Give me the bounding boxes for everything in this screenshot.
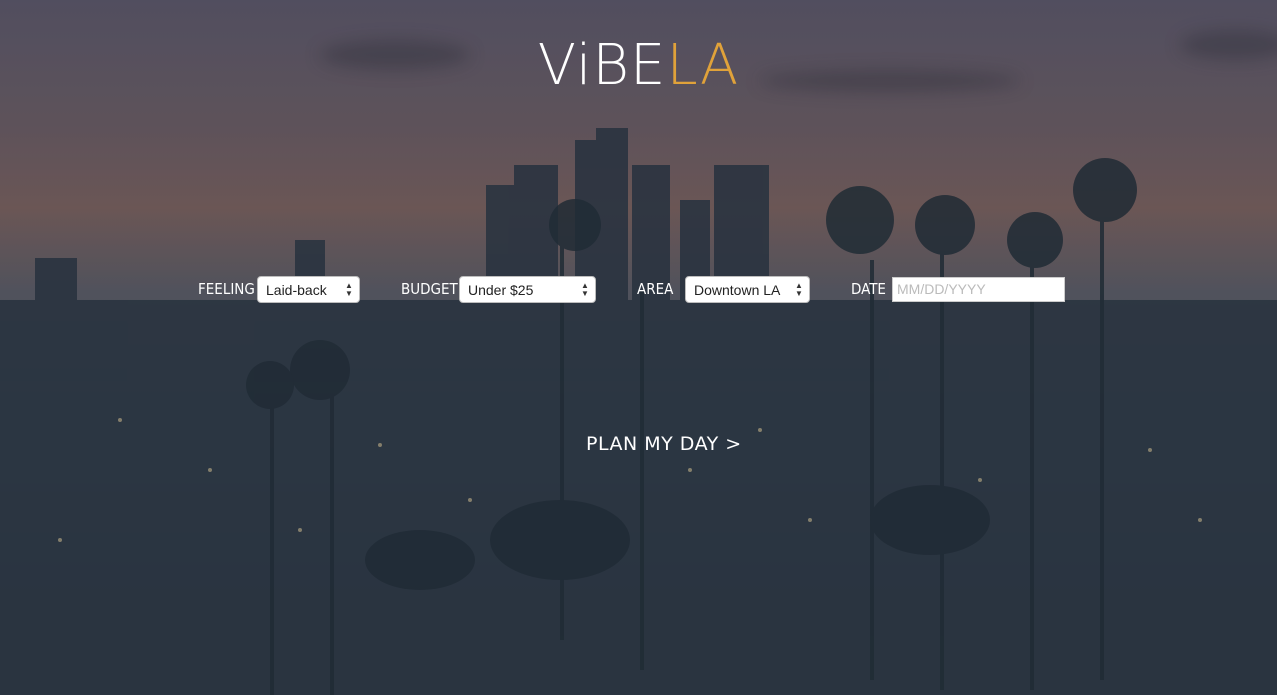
logo-text-vibe: ViBE xyxy=(537,33,667,98)
feeling-label: FEELING xyxy=(198,280,255,298)
select-arrows-icon: ▲ ▼ xyxy=(581,281,589,298)
search-form: FEELING Laid-back ▲ ▼ BUDGET Under $25 ▲ ▼… xyxy=(0,276,1277,304)
select-arrows-icon: ▲ ▼ xyxy=(345,281,353,298)
date-input[interactable]: MM/DD/YYYY xyxy=(892,277,1065,302)
date-placeholder: MM/DD/YYYY xyxy=(897,281,986,297)
area-label: AREA xyxy=(637,280,674,298)
date-label: DATE xyxy=(851,280,886,298)
area-select[interactable]: Downtown LA ▲ ▼ xyxy=(685,276,810,303)
area-selected-value: Downtown LA xyxy=(694,282,781,298)
select-arrows-icon: ▲ ▼ xyxy=(795,281,803,298)
budget-selected-value: Under $25 xyxy=(468,282,534,298)
logo-text-la: LA xyxy=(666,33,740,98)
budget-select[interactable]: Under $25 ▲ ▼ xyxy=(459,276,596,303)
budget-label: BUDGET xyxy=(401,280,458,298)
dark-overlay xyxy=(0,0,1277,695)
plan-my-day-button[interactable]: PLAN MY DAY > xyxy=(586,433,742,455)
feeling-selected-value: Laid-back xyxy=(266,282,327,298)
site-logo[interactable]: ViBELA xyxy=(0,38,1277,94)
feeling-select[interactable]: Laid-back ▲ ▼ xyxy=(257,276,360,303)
